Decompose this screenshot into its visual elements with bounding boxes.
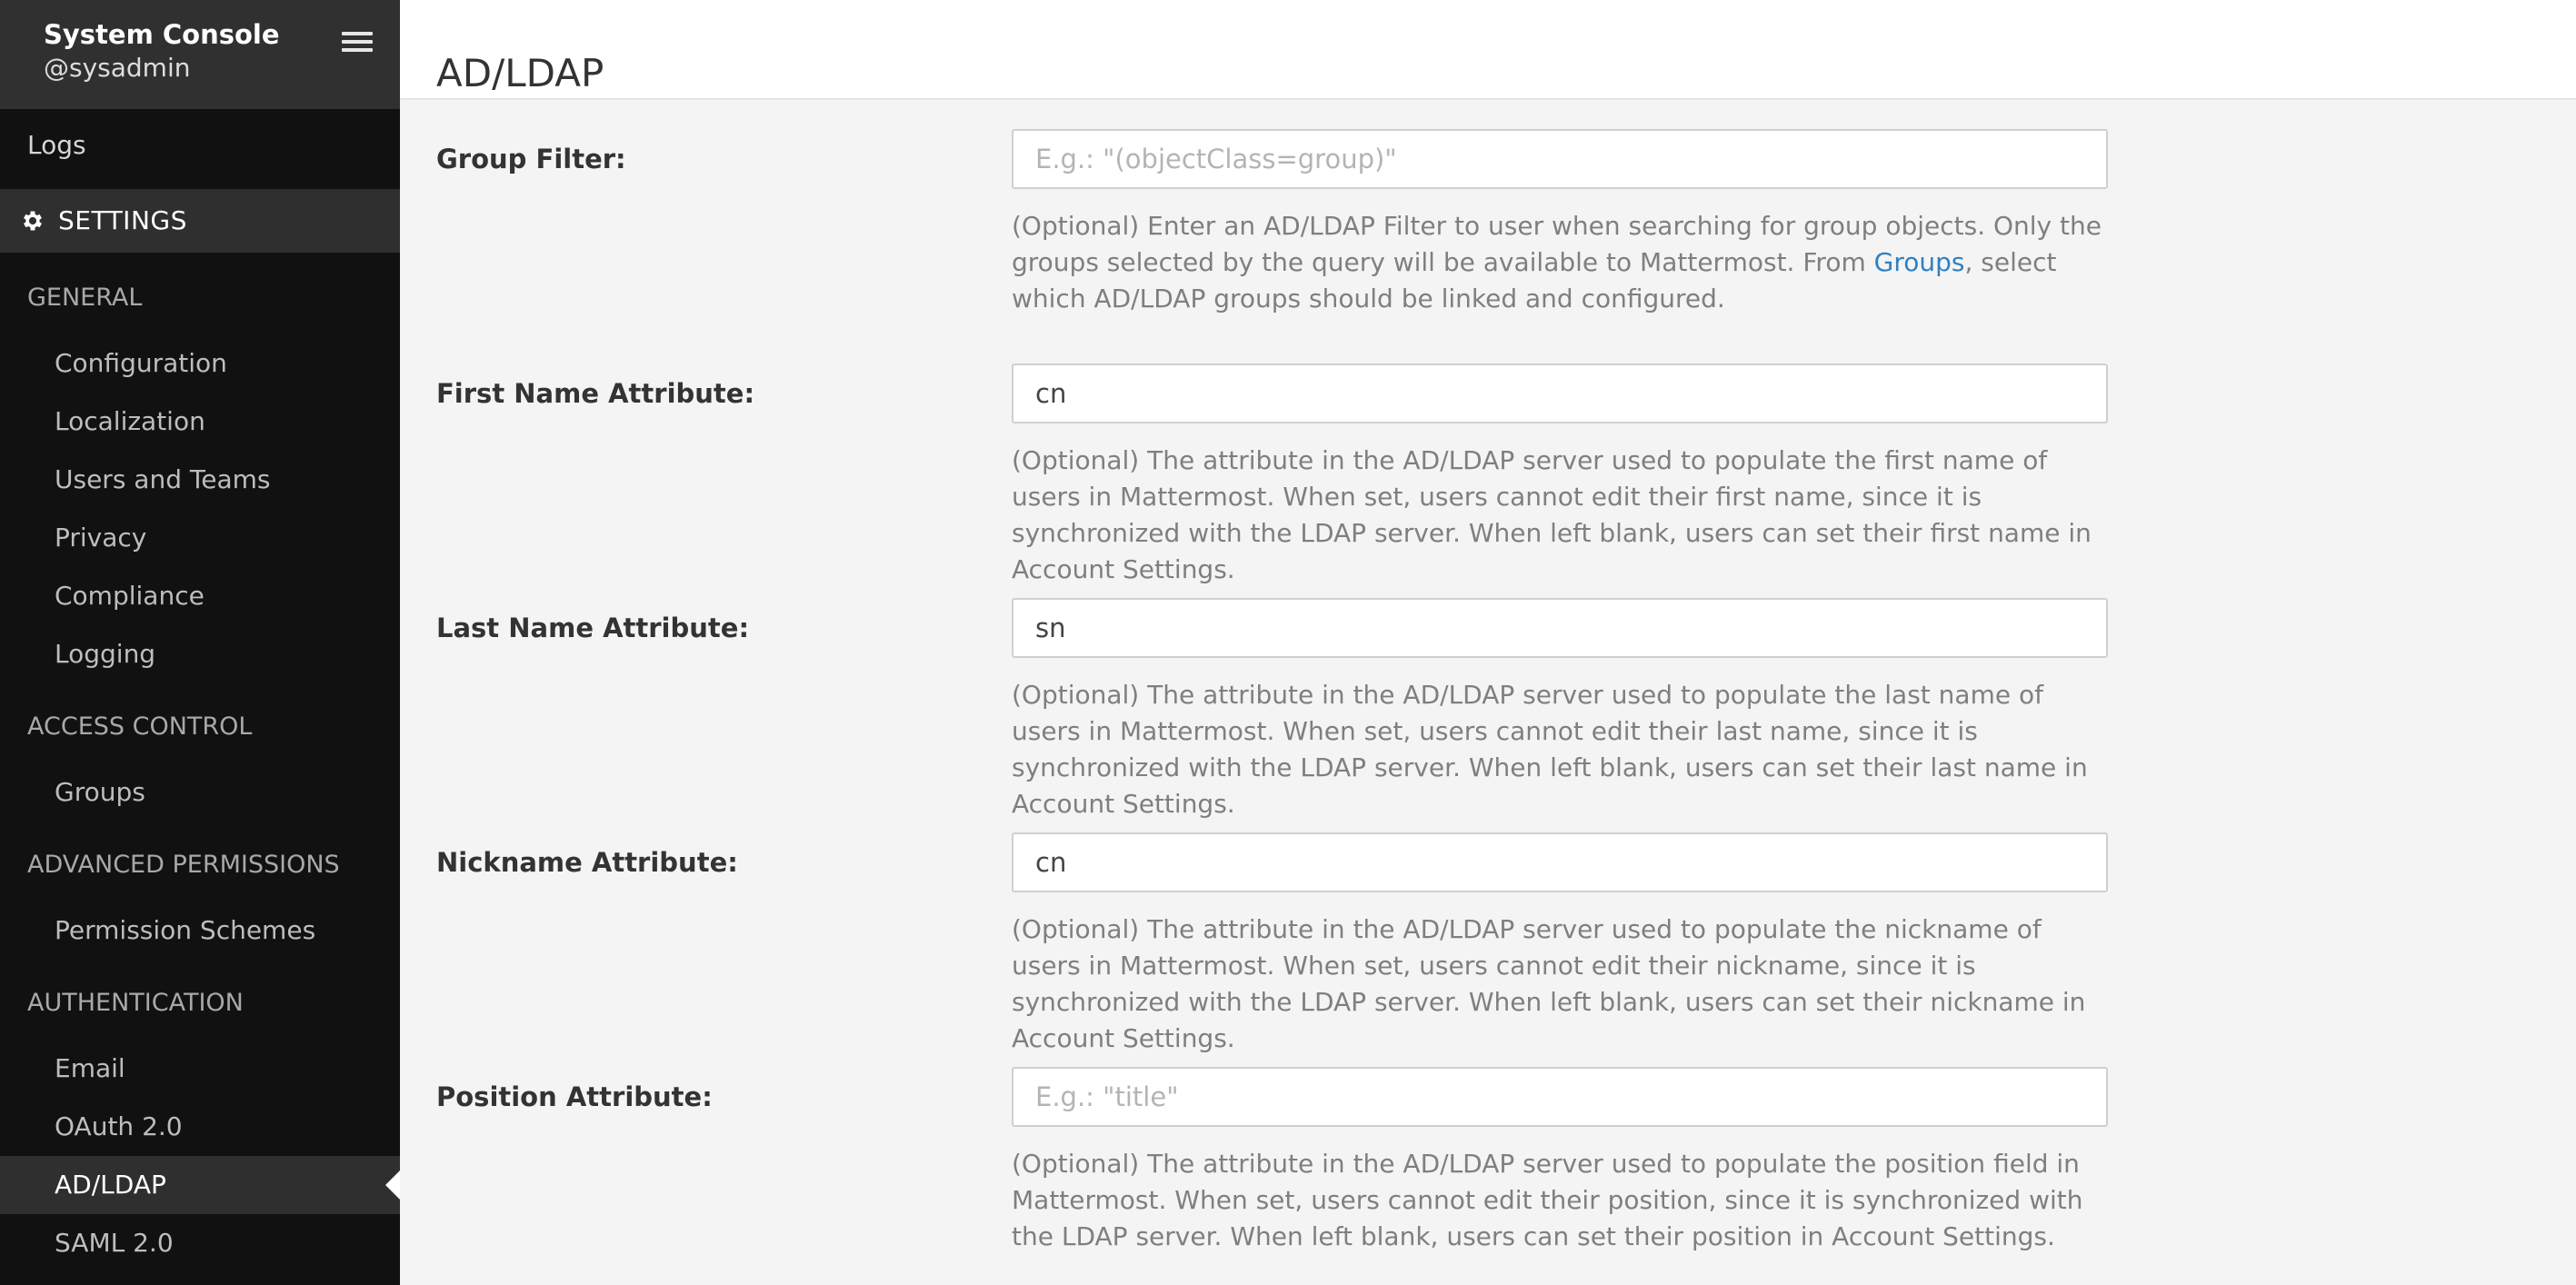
position-attribute-help: (Optional) The attribute in the AD/LDAP … [1012, 1149, 2083, 1251]
first-name-attribute-label: First Name Attribute: [436, 378, 755, 409]
sidebar: System Console @sysadmin Logs SETTINGS G… [0, 0, 400, 1285]
nickname-attribute-input[interactable] [1012, 832, 2108, 892]
sidebar-header: System Console @sysadmin [0, 0, 400, 109]
last-name-attribute-input[interactable] [1012, 598, 2108, 658]
console-title: System Console [44, 19, 280, 50]
section-authentication: AUTHENTICATION [27, 989, 244, 1017]
sidebar-item-groups[interactable]: Groups [0, 763, 400, 822]
sidebar-item-privacy[interactable]: Privacy [0, 509, 400, 567]
last-name-attribute-help: (Optional) The attribute in the AD/LDAP … [1012, 680, 2088, 819]
sidebar-settings-header: SETTINGS [0, 189, 400, 253]
first-name-attribute-input[interactable] [1012, 364, 2108, 423]
page-header: AD/LDAP [400, 0, 2576, 100]
nickname-attribute-label: Nickname Attribute: [436, 847, 738, 878]
settings-label: SETTINGS [58, 205, 187, 235]
sidebar-item-localization[interactable]: Localization [0, 393, 400, 451]
section-advanced-permissions: ADVANCED PERMISSIONS [27, 851, 340, 879]
group-filter-input[interactable] [1012, 129, 2108, 189]
section-access-control: ACCESS CONTROL [27, 712, 253, 741]
last-name-attribute-label: Last Name Attribute: [436, 613, 750, 643]
sidebar-item-configuration[interactable]: Configuration [0, 334, 400, 393]
section-general: GENERAL [27, 284, 143, 312]
active-indicator-arrow [385, 1170, 400, 1200]
sidebar-item-oauth[interactable]: OAuth 2.0 [0, 1098, 400, 1156]
group-filter-label: Group Filter: [436, 144, 626, 174]
sidebar-item-compliance[interactable]: Compliance [0, 567, 400, 625]
sidebar-item-permission-schemes[interactable]: Permission Schemes [0, 901, 400, 960]
sidebar-item-label: AD/LDAP [55, 1170, 166, 1200]
sidebar-item-users-and-teams[interactable]: Users and Teams [0, 451, 400, 509]
sidebar-item-ad-ldap[interactable]: AD/LDAP [0, 1156, 400, 1214]
group-filter-help: (Optional) Enter an AD/LDAP Filter to us… [1012, 208, 2108, 317]
first-name-attribute-help: (Optional) The attribute in the AD/LDAP … [1012, 445, 2092, 584]
sidebar-item-logging[interactable]: Logging [0, 625, 400, 683]
hamburger-menu-icon[interactable] [342, 29, 373, 55]
sidebar-item-email[interactable]: Email [0, 1040, 400, 1098]
position-attribute-label: Position Attribute: [436, 1081, 713, 1112]
position-attribute-input[interactable] [1012, 1067, 2108, 1127]
sidebar-item-saml[interactable]: SAML 2.0 [0, 1214, 400, 1272]
nickname-attribute-help: (Optional) The attribute in the AD/LDAP … [1012, 914, 2086, 1053]
gear-icon [24, 211, 42, 231]
page-title: AD/LDAP [436, 51, 604, 96]
current-user: @sysadmin [44, 53, 191, 83]
sidebar-item-logs[interactable]: Logs [0, 116, 400, 174]
groups-link[interactable]: Groups [1874, 247, 1965, 277]
